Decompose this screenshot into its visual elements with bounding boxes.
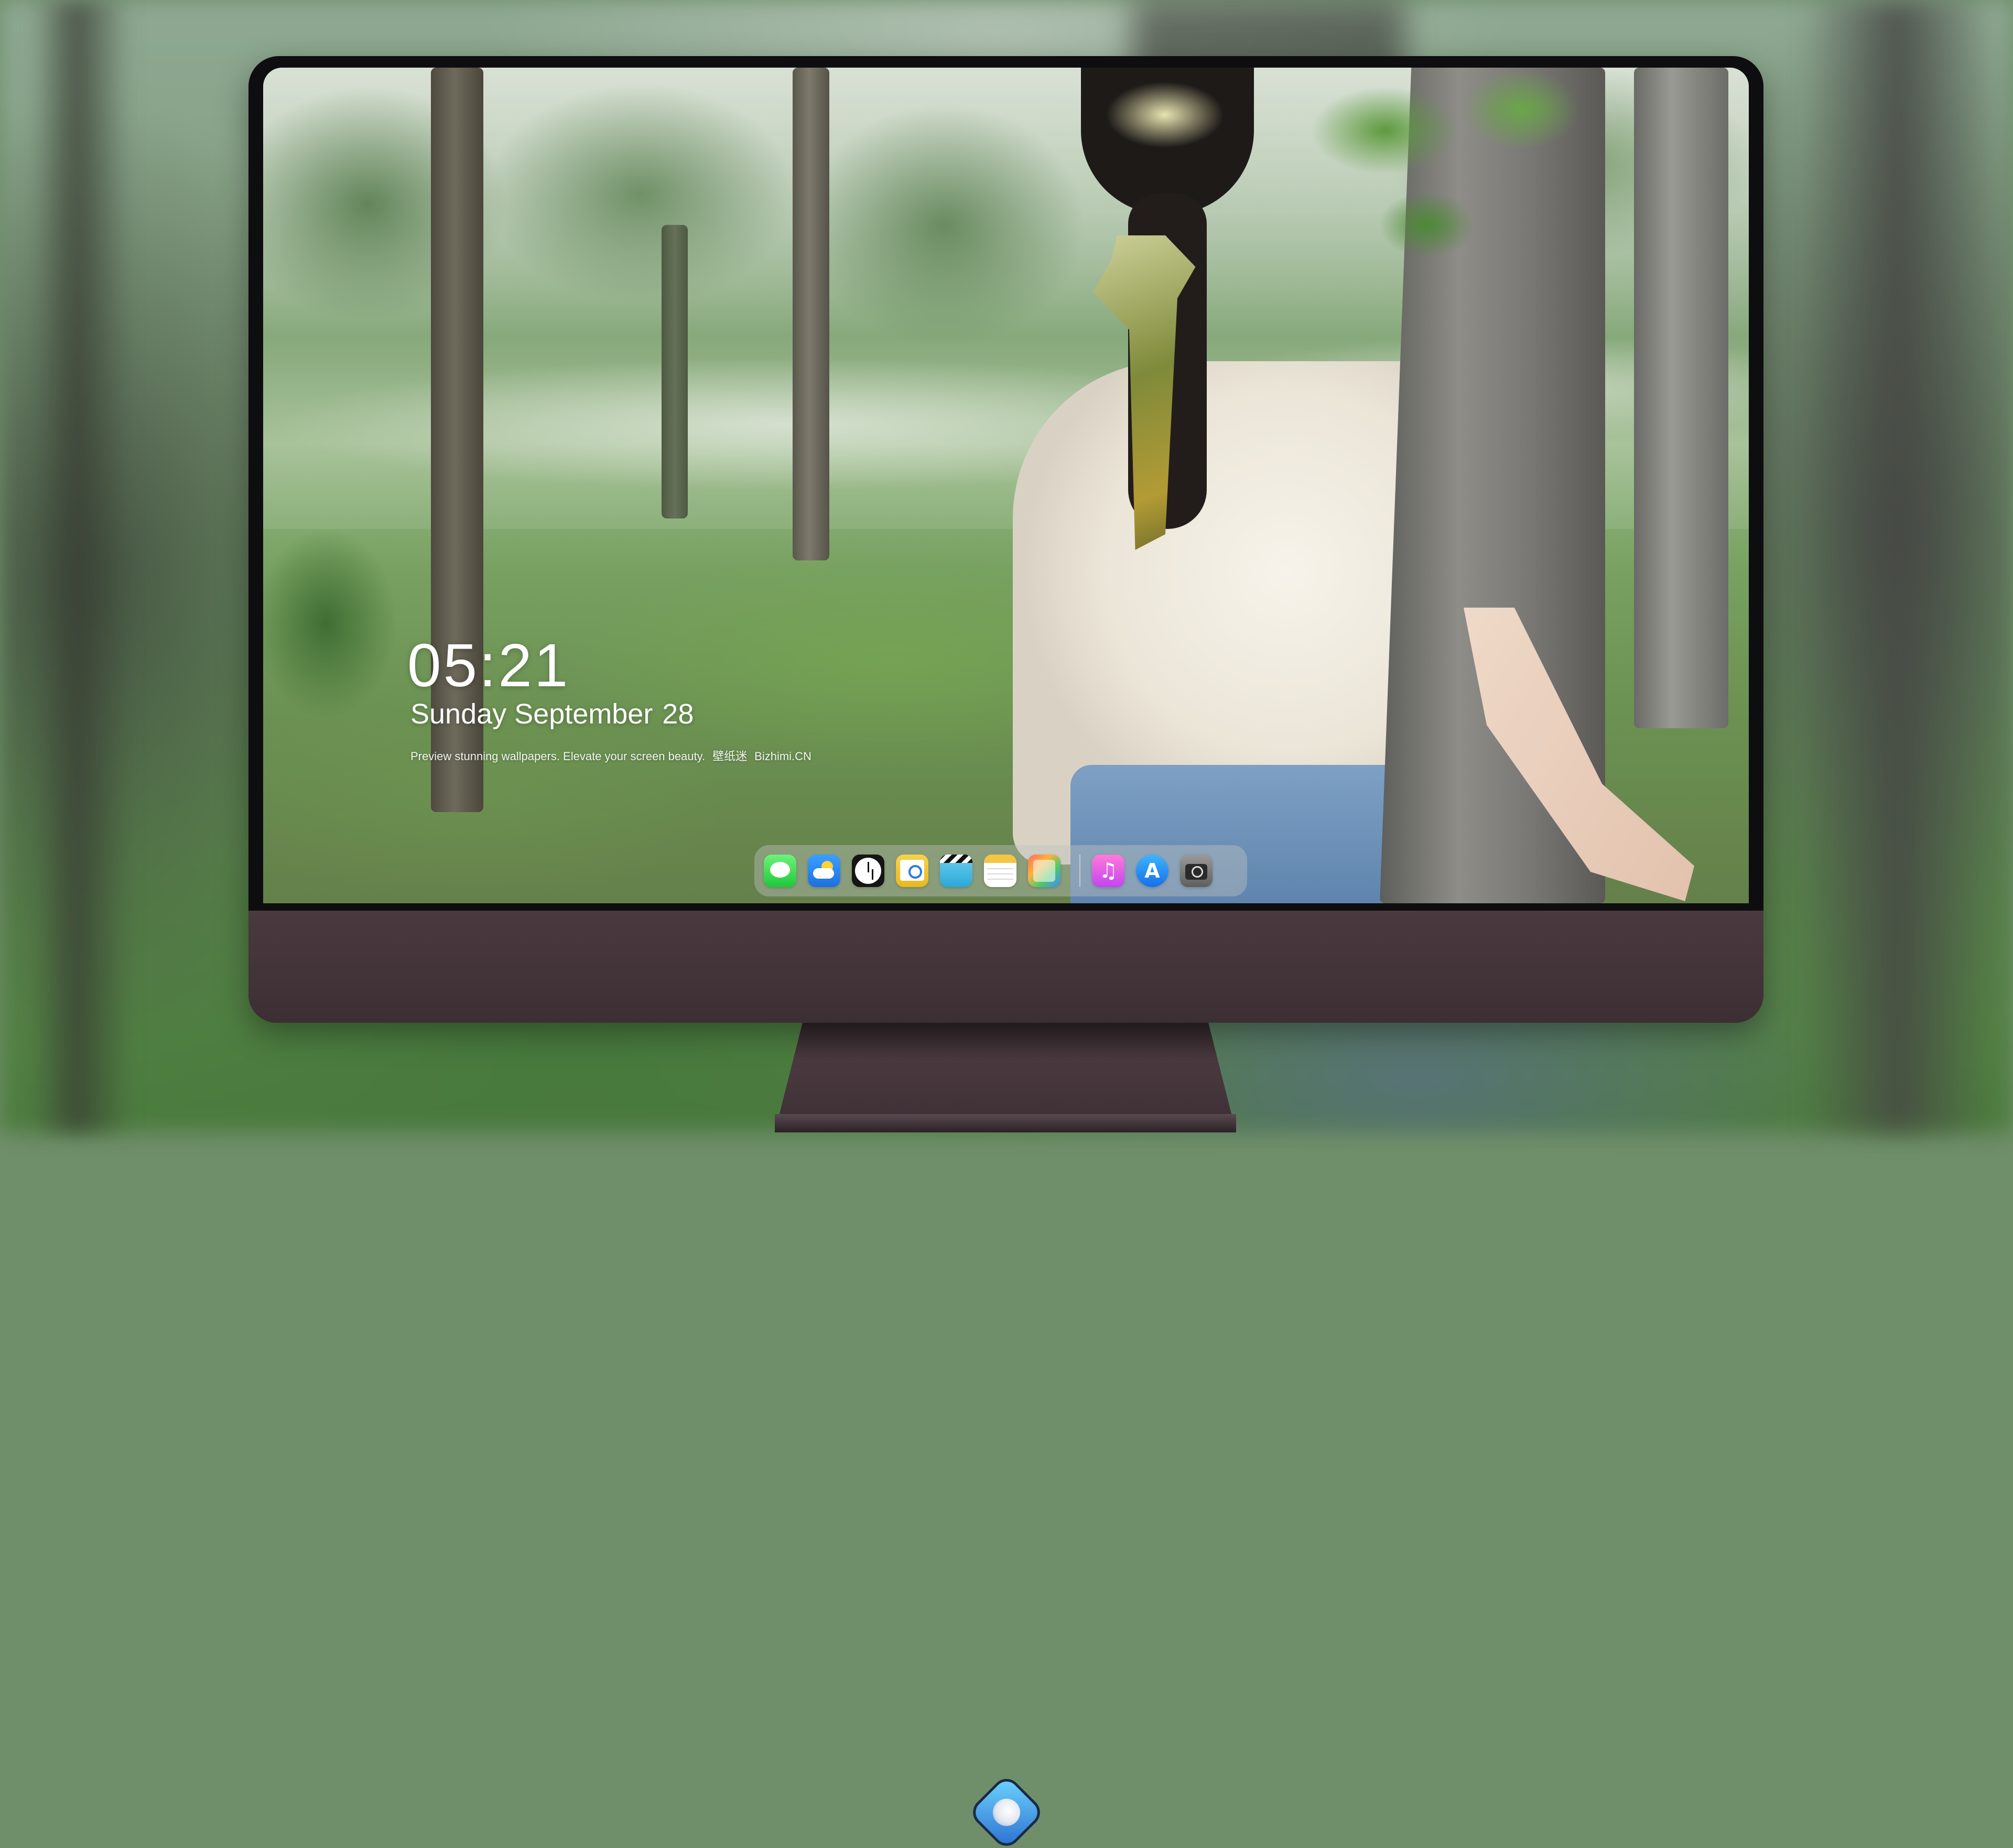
- wallpaper-tree-trunk: [793, 68, 829, 560]
- monitor-stand-foot: [775, 1114, 1236, 1132]
- lock-date-day: 28: [662, 698, 694, 730]
- clapperboard-icon[interactable]: [940, 855, 972, 887]
- blurred-tree-trunk: [31, 0, 131, 1132]
- wallpaper-tree-trunk: [662, 225, 688, 518]
- lock-date: Sunday September 28: [410, 700, 694, 728]
- dock-separator: [1079, 855, 1080, 887]
- messages-icon[interactable]: [764, 855, 796, 887]
- monitor-chin: [248, 911, 1763, 1848]
- wallpaper-app-logo-icon[interactable]: [971, 1777, 1042, 1848]
- tagline-text: Preview stunning wallpapers. Elevate you…: [410, 750, 706, 763]
- blurred-tree-trunk: [1803, 0, 1992, 1132]
- weather-icon[interactable]: [808, 855, 840, 887]
- monitor: 05:21 Sunday September 28 Preview stunnin…: [248, 56, 1763, 1848]
- music-icon[interactable]: [1092, 855, 1124, 887]
- lock-date-weekday-month: Sunday September: [410, 698, 653, 730]
- wallpaper-tagline: Preview stunning wallpapers. Elevate you…: [410, 751, 811, 762]
- photos-icon[interactable]: [1028, 855, 1060, 887]
- app-store-icon[interactable]: [1136, 855, 1168, 887]
- notes-icon[interactable]: [984, 855, 1016, 887]
- dock: [754, 845, 1247, 896]
- tagline-brand: 壁纸迷: [712, 750, 748, 763]
- lock-clock: 05:21: [407, 631, 570, 699]
- camera-icon[interactable]: [1180, 855, 1213, 887]
- clock-icon[interactable]: [852, 855, 884, 887]
- wallpaper-bush: [263, 498, 410, 739]
- lock-screen[interactable]: 05:21 Sunday September 28 Preview stunnin…: [263, 68, 1749, 903]
- preview-icon[interactable]: [896, 855, 928, 887]
- wallpaper-leaves: [1091, 68, 1720, 319]
- tagline-site: Bizhimi.CN: [754, 750, 811, 763]
